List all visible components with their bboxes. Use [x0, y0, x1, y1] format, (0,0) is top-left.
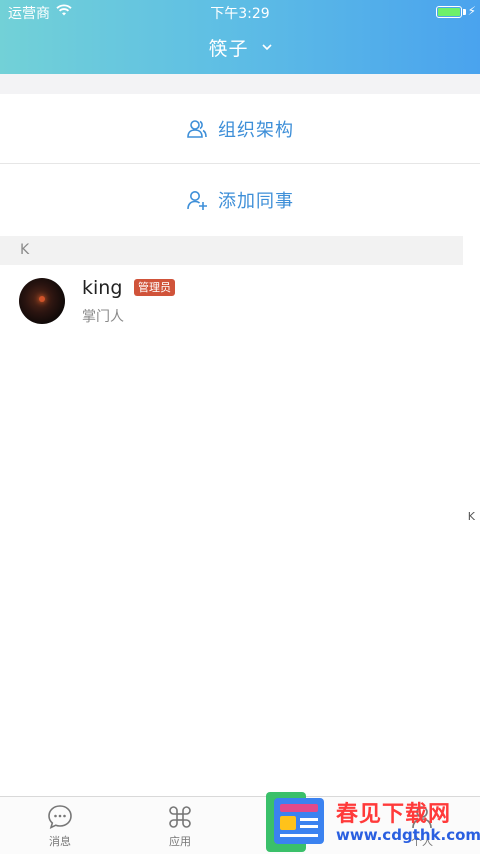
status-bar: 运营商 下午3:29 ⚡: [0, 0, 480, 24]
status-time: 下午3:29: [210, 6, 270, 22]
tab-apps-label: 应用: [169, 835, 191, 848]
watermark: 春见下载网 www.cdgthk.com: [264, 790, 480, 854]
avatar-highlight: [39, 296, 45, 302]
org-switcher[interactable]: 筷子: [0, 34, 480, 61]
tab-messages[interactable]: 消息: [20, 803, 100, 849]
top-header: 运营商 下午3:29 ⚡ 筷子: [0, 0, 480, 74]
watermark-title: 春见下载网: [336, 802, 452, 827]
add-colleague-label: 添加同事: [218, 191, 294, 212]
chevron-down-icon: [261, 44, 272, 51]
apps-clover-icon: [169, 806, 191, 828]
add-colleague-button[interactable]: 添加同事: [0, 165, 480, 235]
people-icon: [187, 119, 207, 138]
org-structure-label: 组织架构: [218, 119, 294, 141]
tab-apps[interactable]: 应用: [140, 803, 220, 849]
contact-row[interactable]: king 管理员 掌门人: [0, 266, 463, 336]
page-title: 筷子: [208, 38, 249, 60]
contact-name: king: [82, 277, 123, 299]
battery-tip: [463, 9, 466, 15]
section-header-k: K: [0, 236, 463, 265]
org-structure-button[interactable]: 组织架构: [0, 94, 480, 164]
tab-messages-label: 消息: [49, 835, 71, 848]
avatar: [19, 278, 65, 324]
index-bar-letter-k[interactable]: K: [468, 510, 475, 523]
battery-icon: [436, 6, 462, 18]
add-person-icon: [187, 191, 207, 210]
watermark-logo: [266, 792, 324, 852]
watermark-url: www.cdgthk.com: [336, 826, 480, 844]
battery-fill: [438, 8, 460, 16]
charging-icon: ⚡: [467, 4, 476, 18]
contact-role: 掌门人: [82, 309, 124, 325]
chat-bubble-icon: [48, 805, 72, 829]
admin-badge: 管理员: [134, 279, 175, 296]
top-spacer: [0, 74, 480, 94]
